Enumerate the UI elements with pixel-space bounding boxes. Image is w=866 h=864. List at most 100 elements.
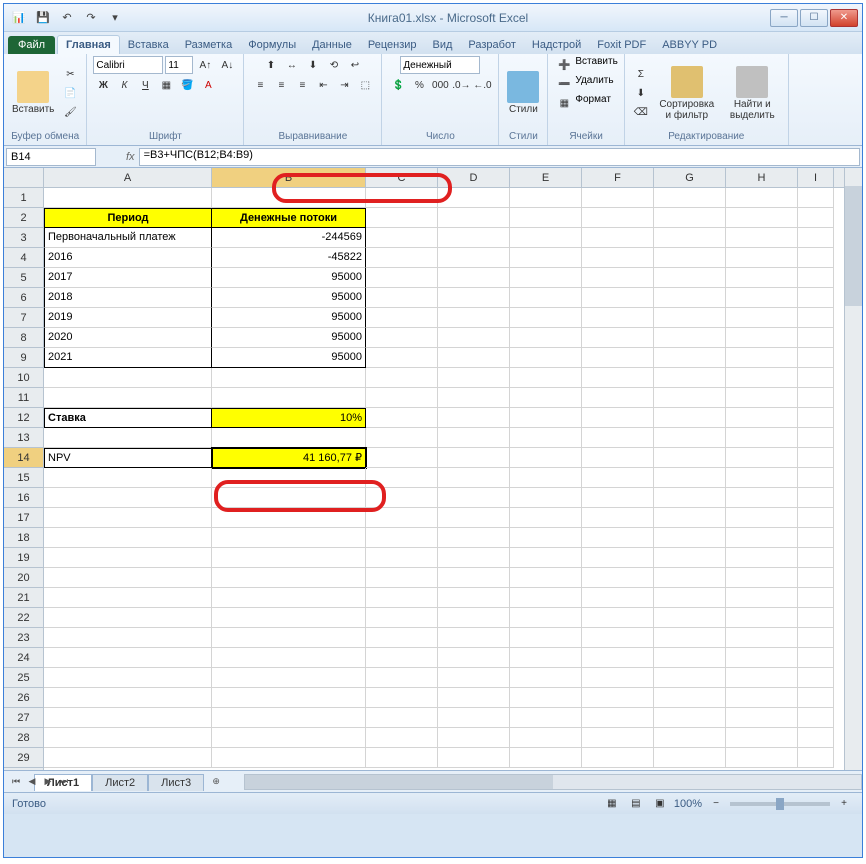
cell-F5[interactable] — [582, 268, 654, 288]
cell-A3[interactable]: Первоначальный платеж — [44, 228, 212, 248]
cell-H11[interactable] — [726, 388, 798, 408]
row-header-26[interactable]: 26 — [4, 688, 43, 708]
cell-A26[interactable] — [44, 688, 212, 708]
cell-H8[interactable] — [726, 328, 798, 348]
zoom-slider[interactable] — [730, 802, 830, 806]
cell-E25[interactable] — [510, 668, 582, 688]
font-color-icon[interactable]: A — [198, 76, 218, 94]
cell-I6[interactable] — [798, 288, 834, 308]
cell-C14[interactable] — [366, 448, 438, 468]
sheet-tab-3[interactable]: Лист3 — [148, 774, 204, 791]
cell-B8[interactable]: 95000 — [212, 328, 366, 348]
cell-I1[interactable] — [798, 188, 834, 208]
cell-G21[interactable] — [654, 588, 726, 608]
inc-decimal-icon[interactable]: .0→ — [451, 76, 471, 94]
align-left-icon[interactable]: ≡ — [250, 76, 270, 94]
cell-C19[interactable] — [366, 548, 438, 568]
zoom-thumb[interactable] — [776, 798, 784, 810]
cell-F13[interactable] — [582, 428, 654, 448]
cell-B12[interactable]: 10% — [212, 408, 366, 428]
cell-A19[interactable] — [44, 548, 212, 568]
cell-G23[interactable] — [654, 628, 726, 648]
cell-G13[interactable] — [654, 428, 726, 448]
cell-B1[interactable] — [212, 188, 366, 208]
cell-G24[interactable] — [654, 648, 726, 668]
cell-G26[interactable] — [654, 688, 726, 708]
cell-B20[interactable] — [212, 568, 366, 588]
row-header-7[interactable]: 7 — [4, 308, 43, 328]
cell-G7[interactable] — [654, 308, 726, 328]
insert-cells-icon[interactable]: ➕ — [554, 56, 574, 74]
zoom-level[interactable]: 100% — [674, 798, 702, 810]
cell-C29[interactable] — [366, 748, 438, 768]
cell-F22[interactable] — [582, 608, 654, 628]
col-header-B[interactable]: B — [212, 168, 366, 187]
cell-D25[interactable] — [438, 668, 510, 688]
cell-H12[interactable] — [726, 408, 798, 428]
cell-D13[interactable] — [438, 428, 510, 448]
cell-H4[interactable] — [726, 248, 798, 268]
insert-cells-label[interactable]: Вставить — [575, 56, 617, 74]
cell-D18[interactable] — [438, 528, 510, 548]
tab-foxit[interactable]: Foxit PDF — [589, 36, 654, 54]
cell-H15[interactable] — [726, 468, 798, 488]
new-sheet-icon[interactable]: ⊕ — [208, 774, 224, 790]
cell-H19[interactable] — [726, 548, 798, 568]
cell-A11[interactable] — [44, 388, 212, 408]
cell-D8[interactable] — [438, 328, 510, 348]
cell-A1[interactable] — [44, 188, 212, 208]
cell-G18[interactable] — [654, 528, 726, 548]
cell-H9[interactable] — [726, 348, 798, 368]
cell-F19[interactable] — [582, 548, 654, 568]
cell-F4[interactable] — [582, 248, 654, 268]
cell-F6[interactable] — [582, 288, 654, 308]
cell-F21[interactable] — [582, 588, 654, 608]
cell-D15[interactable] — [438, 468, 510, 488]
cell-C9[interactable] — [366, 348, 438, 368]
cell-E16[interactable] — [510, 488, 582, 508]
cell-A25[interactable] — [44, 668, 212, 688]
cell-I19[interactable] — [798, 548, 834, 568]
cell-D2[interactable] — [438, 208, 510, 228]
cell-G2[interactable] — [654, 208, 726, 228]
tab-view[interactable]: Вид — [425, 36, 461, 54]
cell-F2[interactable] — [582, 208, 654, 228]
tab-addins[interactable]: Надстрой — [524, 36, 589, 54]
cell-E13[interactable] — [510, 428, 582, 448]
cell-H10[interactable] — [726, 368, 798, 388]
cell-B17[interactable] — [212, 508, 366, 528]
cell-I16[interactable] — [798, 488, 834, 508]
cell-E22[interactable] — [510, 608, 582, 628]
save-icon[interactable]: 💾 — [32, 8, 54, 28]
cell-G22[interactable] — [654, 608, 726, 628]
view-break-icon[interactable]: ▣ — [650, 795, 670, 813]
row-header-14[interactable]: 14 — [4, 448, 43, 468]
cell-E24[interactable] — [510, 648, 582, 668]
cell-B22[interactable] — [212, 608, 366, 628]
row-header-12[interactable]: 12 — [4, 408, 43, 428]
cell-E28[interactable] — [510, 728, 582, 748]
maximize-button[interactable]: ☐ — [800, 9, 828, 27]
cell-I28[interactable] — [798, 728, 834, 748]
cell-G5[interactable] — [654, 268, 726, 288]
cell-F20[interactable] — [582, 568, 654, 588]
cell-G10[interactable] — [654, 368, 726, 388]
cell-I3[interactable] — [798, 228, 834, 248]
cell-B6[interactable]: 95000 — [212, 288, 366, 308]
cell-C1[interactable] — [366, 188, 438, 208]
col-header-H[interactable]: H — [726, 168, 798, 187]
cell-C23[interactable] — [366, 628, 438, 648]
cell-E1[interactable] — [510, 188, 582, 208]
cell-G1[interactable] — [654, 188, 726, 208]
cell-B2[interactable]: Денежные потоки — [212, 208, 366, 228]
row-header-27[interactable]: 27 — [4, 708, 43, 728]
cell-A9[interactable]: 2021 — [44, 348, 212, 368]
cell-H14[interactable] — [726, 448, 798, 468]
cell-D6[interactable] — [438, 288, 510, 308]
close-button[interactable]: ✕ — [830, 9, 858, 27]
delete-cells-icon[interactable]: ➖ — [554, 75, 574, 93]
cell-D22[interactable] — [438, 608, 510, 628]
cell-H25[interactable] — [726, 668, 798, 688]
row-header-6[interactable]: 6 — [4, 288, 43, 308]
cell-F27[interactable] — [582, 708, 654, 728]
